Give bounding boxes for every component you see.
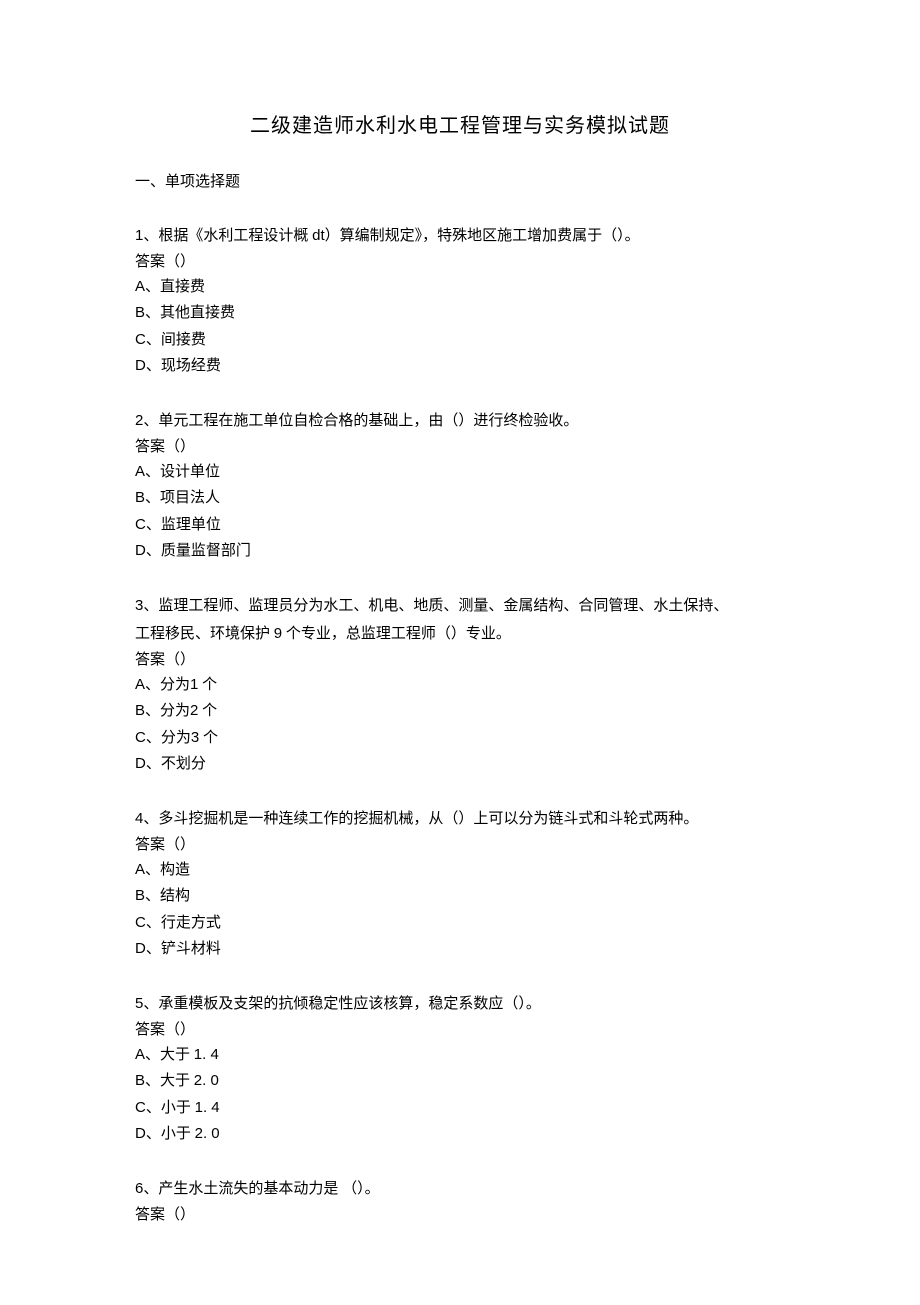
- question-5: 5、承重模板及支架的抗倾稳定性应该核算，稳定系数应（）。 答案（） A、大于 1…: [135, 990, 785, 1147]
- question-4-answer: 答案（）: [135, 833, 785, 857]
- question-1-option-d: D、现场经费: [135, 353, 785, 379]
- question-3-option-d: D、不划分: [135, 751, 785, 777]
- question-5-option-b: B、大于 2. 0: [135, 1068, 785, 1094]
- question-3-answer: 答案（）: [135, 648, 785, 672]
- question-5-answer: 答案（）: [135, 1018, 785, 1042]
- page-title: 二级建造师水利水电工程管理与实务模拟试题: [135, 110, 785, 142]
- question-4: 4、多斗挖掘机是一种连续工作的挖掘机械，从（）上可以分为链斗式和斗轮式两种。 答…: [135, 805, 785, 962]
- question-3-option-b: B、分为2 个: [135, 698, 785, 724]
- question-4-option-c: C、行走方式: [135, 910, 785, 936]
- question-2-option-b: B、项目法人: [135, 485, 785, 511]
- question-3-stem-line2: 工程移民、环境保护 9 个专业，总监理工程师（）专业。: [135, 620, 785, 648]
- question-5-option-a: A、大于 1. 4: [135, 1042, 785, 1068]
- question-4-option-a: A、构造: [135, 857, 785, 883]
- question-3: 3、监理工程师、监理员分为水工、机电、地质、测量、金属结构、合同管理、水土保持、…: [135, 592, 785, 777]
- question-2-option-d: D、质量监督部门: [135, 538, 785, 564]
- question-1: 1、根据《水利工程设计概 dt）算编制规定》，特殊地区施工增加费属于（）。 答案…: [135, 222, 785, 379]
- question-4-stem: 4、多斗挖掘机是一种连续工作的挖掘机械，从（）上可以分为链斗式和斗轮式两种。: [135, 805, 785, 833]
- question-1-stem: 1、根据《水利工程设计概 dt）算编制规定》，特殊地区施工增加费属于（）。: [135, 222, 785, 250]
- question-5-stem: 5、承重模板及支架的抗倾稳定性应该核算，稳定系数应（）。: [135, 990, 785, 1018]
- question-6: 6、产生水土流失的基本动力是 （）。 答案（）: [135, 1175, 785, 1227]
- question-1-option-c: C、间接费: [135, 327, 785, 353]
- question-6-stem: 6、产生水土流失的基本动力是 （）。: [135, 1175, 785, 1203]
- question-2-option-a: A、设计单位: [135, 459, 785, 485]
- question-3-option-c: C、分为3 个: [135, 725, 785, 751]
- question-4-option-d: D、铲斗材料: [135, 936, 785, 962]
- question-2: 2、单元工程在施工单位自检合格的基础上，由（）进行终检验收。 答案（） A、设计…: [135, 407, 785, 564]
- question-1-option-a: A、直接费: [135, 274, 785, 300]
- section-header: 一、单项选择题: [135, 170, 785, 194]
- question-6-answer: 答案（）: [135, 1203, 785, 1227]
- question-5-option-c: C、小于 1. 4: [135, 1095, 785, 1121]
- question-2-answer: 答案（）: [135, 435, 785, 459]
- question-4-option-b: B、结构: [135, 883, 785, 909]
- question-1-option-b: B、其他直接费: [135, 300, 785, 326]
- question-2-option-c: C、监理单位: [135, 512, 785, 538]
- question-3-option-a: A、分为1 个: [135, 672, 785, 698]
- question-1-answer: 答案（）: [135, 250, 785, 274]
- question-2-stem: 2、单元工程在施工单位自检合格的基础上，由（）进行终检验收。: [135, 407, 785, 435]
- question-5-option-d: D、小于 2. 0: [135, 1121, 785, 1147]
- question-3-stem-line1: 3、监理工程师、监理员分为水工、机电、地质、测量、金属结构、合同管理、水土保持、: [135, 592, 785, 620]
